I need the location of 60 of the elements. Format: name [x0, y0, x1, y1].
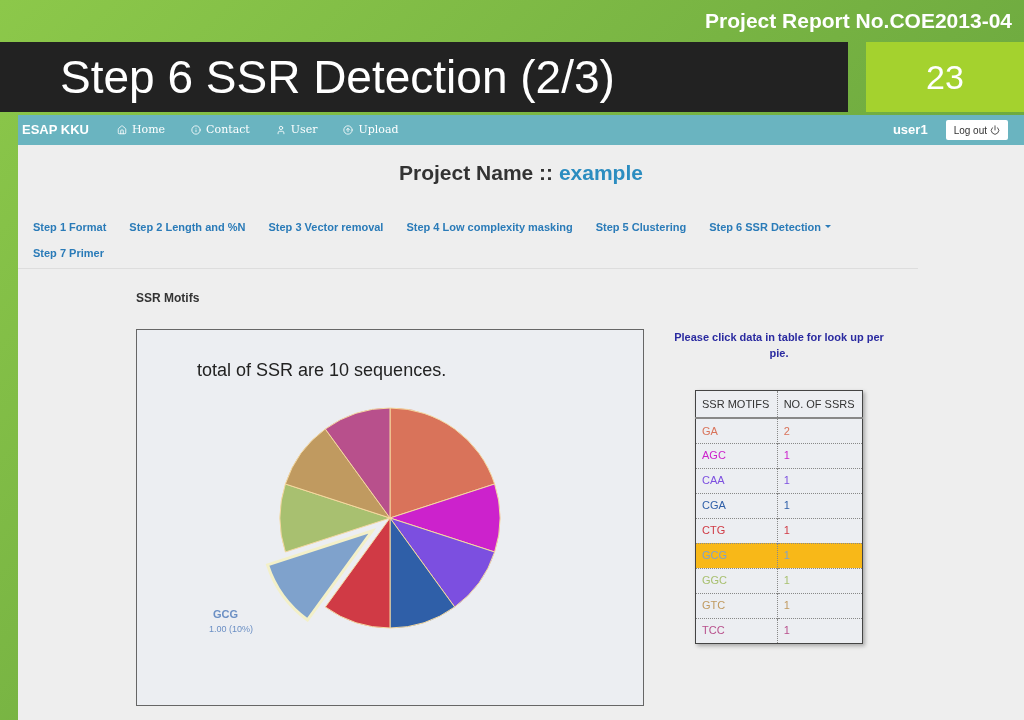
motif-label: GCG [702, 549, 728, 562]
column-header: NO. OF SSRS [777, 390, 863, 418]
motif-label: CGA [702, 499, 726, 512]
step-tab[interactable]: Step 7 Primer [33, 245, 104, 262]
motif-label: CAA [702, 474, 725, 487]
table-cell[interactable]: 1 [777, 493, 863, 518]
upload-icon [343, 125, 354, 135]
pie-slice[interactable] [324, 517, 391, 628]
home-icon [116, 125, 127, 135]
pie-slice[interactable] [266, 528, 374, 621]
column-header: SSR MOTIFS [695, 390, 778, 418]
motif-label: GTC [702, 599, 726, 612]
table-cell[interactable]: 1 [777, 468, 863, 493]
table-cell[interactable]: 1 [777, 618, 863, 643]
username: user1 [892, 121, 928, 140]
user-icon [275, 125, 286, 135]
hint-text: Please click data in table for look up per pie. [673, 329, 885, 361]
pie-slice[interactable] [389, 517, 496, 607]
table-cell[interactable]: 1 [777, 518, 863, 543]
chart-title: total of SSR are 10 sequences. [197, 358, 447, 382]
table-cell[interactable]: CAA [695, 468, 778, 493]
report-number: Project Report No.COE2013-04 [705, 8, 1012, 35]
info-icon [191, 125, 202, 135]
nav-link[interactable]: Contact [191, 121, 250, 139]
table-cell[interactable]: 1 [777, 593, 863, 618]
step-tab[interactable]: Step 1 Format [33, 218, 107, 235]
step-tab[interactable]: Step 5 Clustering [595, 218, 687, 235]
motif-label: AGC [702, 449, 726, 462]
motif-label: CTG [702, 524, 726, 537]
brand[interactable]: ESAP KKU [22, 120, 89, 140]
pie-slice[interactable] [324, 407, 391, 518]
step-tab[interactable]: Step 6 SSR Detection [709, 218, 832, 235]
page-number: 23 [926, 56, 964, 98]
pie-slice[interactable] [389, 483, 501, 552]
table-cell[interactable]: 1 [777, 443, 863, 468]
pie-slice[interactable] [279, 483, 391, 552]
motif-label: GGC [702, 574, 728, 587]
table-cell[interactable]: GTC [695, 593, 778, 618]
table-cell[interactable]: GA [695, 418, 778, 443]
nav-link[interactable]: Upload [343, 121, 399, 139]
pie-slice[interactable] [389, 407, 496, 518]
pie-slice[interactable] [284, 428, 391, 518]
table-cell[interactable]: TCC [695, 618, 778, 643]
table-cell[interactable]: CGA [695, 493, 778, 518]
nav-link[interactable]: User [275, 121, 318, 139]
nav-link[interactable]: Home [116, 121, 166, 139]
section-title: SSR Motifs [136, 290, 200, 305]
motif-label: GA [702, 424, 718, 437]
project-heading: Project Name :: example [399, 160, 643, 186]
step-tab[interactable]: Step 3 Vector removal [268, 218, 384, 235]
motif-label: TCC [702, 624, 725, 637]
table-cell[interactable]: 2 [777, 418, 863, 443]
step-tab[interactable]: Step 4 Low complexity masking [406, 218, 573, 235]
table-cell[interactable]: AGC [695, 443, 778, 468]
logout-button[interactable]: Log out [945, 120, 1008, 140]
power-icon [990, 125, 1000, 135]
slice-label: GCG [213, 606, 239, 622]
pie-slice[interactable] [389, 517, 456, 628]
step-tab[interactable]: Step 2 Length and %N [129, 218, 246, 235]
slice-value: 1.00 (10%) [209, 622, 254, 636]
